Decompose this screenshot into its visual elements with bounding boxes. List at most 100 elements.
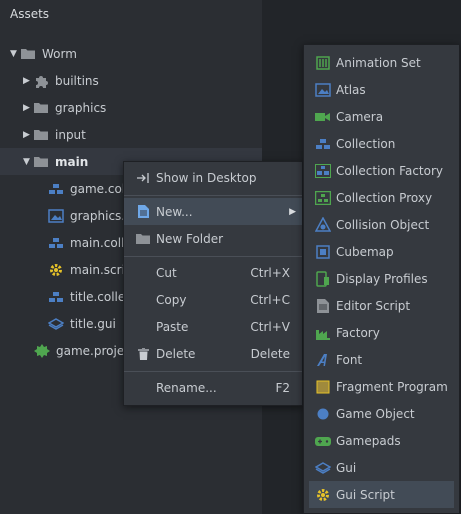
shortcut-label: F2 [275,380,290,395]
animation-set-icon [315,55,331,71]
tree-item-label: main [55,154,89,169]
submenu-item-editor-script[interactable]: Editor Script [309,292,454,319]
submenu-item-label: Collection [336,136,396,151]
submenu-item-label: Cubemap [336,244,394,259]
tree-item-title-collection[interactable]: title.collec [48,283,132,310]
collection-icon [48,290,64,304]
menu-item-label: Delete [156,346,196,361]
submenu-item-label: Fragment Program [336,379,448,394]
submenu-item-font[interactable]: Font [309,346,454,373]
folder-icon [33,101,49,115]
submenu-item-label: Atlas [336,82,366,97]
submenu-item-display-profiles[interactable]: Display Profiles [309,265,454,292]
menu-item-rename[interactable]: Rename... F2 [124,374,302,401]
submenu-item-label: Game Object [336,406,415,421]
chevron-right-icon: ▶ [289,206,296,217]
folder-icon [33,128,49,142]
submenu-item-label: Collision Object [336,217,430,232]
tree-item-builtins[interactable]: ▶ builtins [23,67,99,94]
fragment-program-icon [315,379,331,395]
trash-icon [136,347,150,361]
collection-icon [315,136,331,152]
tree-item-label: title.gui [70,316,116,331]
menu-item-show-in-desktop[interactable]: Show in Desktop [124,164,302,191]
submenu-item-collection-factory[interactable]: Collection Factory [309,157,454,184]
gamepads-icon [315,433,331,449]
submenu-item-gui-script[interactable]: Gui Script [309,481,454,508]
folder-icon [33,155,49,169]
menu-item-label: Paste [156,319,189,334]
chevron-right-icon[interactable]: ▶ [23,76,33,86]
submenu-item-label: Factory [336,325,380,340]
file-icon [136,205,150,219]
new-submenu: Animation Set Atlas Camera Collection Co… [303,44,460,514]
tree-item-input[interactable]: ▶ input [23,121,86,148]
tree-item-worm[interactable]: ▼ Worm [10,40,77,67]
menu-item-paste[interactable]: Paste Ctrl+V [124,313,302,340]
camera-icon [315,109,331,125]
puzzle-icon [33,74,49,88]
submenu-item-atlas[interactable]: Atlas [309,76,454,103]
chevron-right-icon[interactable]: ▶ [23,130,33,140]
submenu-item-label: Font [336,352,363,367]
submenu-item-camera[interactable]: Camera [309,103,454,130]
tree-item-game-project[interactable]: game.projec [34,337,131,364]
submenu-item-label: Camera [336,109,384,124]
submenu-item-gamepads[interactable]: Gamepads [309,427,454,454]
submenu-item-fragment-program[interactable]: Fragment Program [309,373,454,400]
menu-item-label: New Folder [156,231,224,246]
menu-item-new-folder[interactable]: New Folder [124,225,302,252]
submenu-item-label: Collection Proxy [336,190,433,205]
menu-item-cut[interactable]: Cut Ctrl+X [124,259,302,286]
atlas-icon [315,82,331,98]
menu-item-label: Show in Desktop [156,170,257,185]
external-link-icon [136,171,150,185]
chevron-down-icon[interactable]: ▼ [23,157,33,167]
tree-item-main-collection[interactable]: main.colle [48,229,132,256]
tree-item-label: builtins [55,73,99,88]
submenu-item-collision-object[interactable]: Collision Object [309,211,454,238]
game-object-icon [315,406,331,422]
menu-item-copy[interactable]: Copy Ctrl+C [124,286,302,313]
menu-item-label: Copy [156,292,187,307]
editor-script-icon [315,298,331,314]
menu-item-delete[interactable]: Delete Delete [124,340,302,367]
context-menu: Show in Desktop New... ▶ New Folder Cut … [123,161,303,406]
folder-icon [136,232,150,246]
submenu-item-factory[interactable]: Factory [309,319,454,346]
menu-item-new[interactable]: New... ▶ [124,198,302,225]
submenu-item-game-object[interactable]: Game Object [309,400,454,427]
submenu-item-collection[interactable]: Collection [309,130,454,157]
display-profiles-icon [315,270,331,287]
chevron-down-icon[interactable]: ▼ [10,49,20,59]
tree-item-main-script[interactable]: main.scrip [48,256,133,283]
menu-item-label: Rename... [156,380,217,395]
submenu-item-collection-proxy[interactable]: Collection Proxy [309,184,454,211]
collection-proxy-icon [315,190,331,206]
shortcut-label: Delete [250,346,290,361]
chevron-right-icon[interactable]: ▶ [23,103,33,113]
submenu-item-label: Display Profiles [336,271,428,286]
submenu-item-animation-set[interactable]: Animation Set [309,49,454,76]
tree-item-graphics-atlas[interactable]: graphics.a [48,202,132,229]
tree-item-label: graphics [55,100,107,115]
submenu-item-label: Gui Script [336,487,395,502]
gui-icon [315,460,331,476]
submenu-item-cubemap[interactable]: Cubemap [309,238,454,265]
menu-separator [124,371,302,372]
menu-separator [124,256,302,257]
factory-icon [315,325,331,341]
menu-separator [124,195,302,196]
tree-item-graphics[interactable]: ▶ graphics [23,94,106,121]
submenu-item-gui[interactable]: Gui [309,454,454,481]
submenu-item-label: Collection Factory [336,163,444,178]
tree-item-title-gui[interactable]: title.gui [48,310,116,337]
panel-title: Assets [10,7,50,21]
menu-item-label: New... [156,204,193,219]
collection-icon [48,236,64,250]
script-icon [48,263,64,277]
collection-icon [48,182,64,196]
shortcut-label: Ctrl+V [250,319,290,334]
folder-icon [20,47,36,61]
submenu-item-label: Animation Set [336,55,421,70]
